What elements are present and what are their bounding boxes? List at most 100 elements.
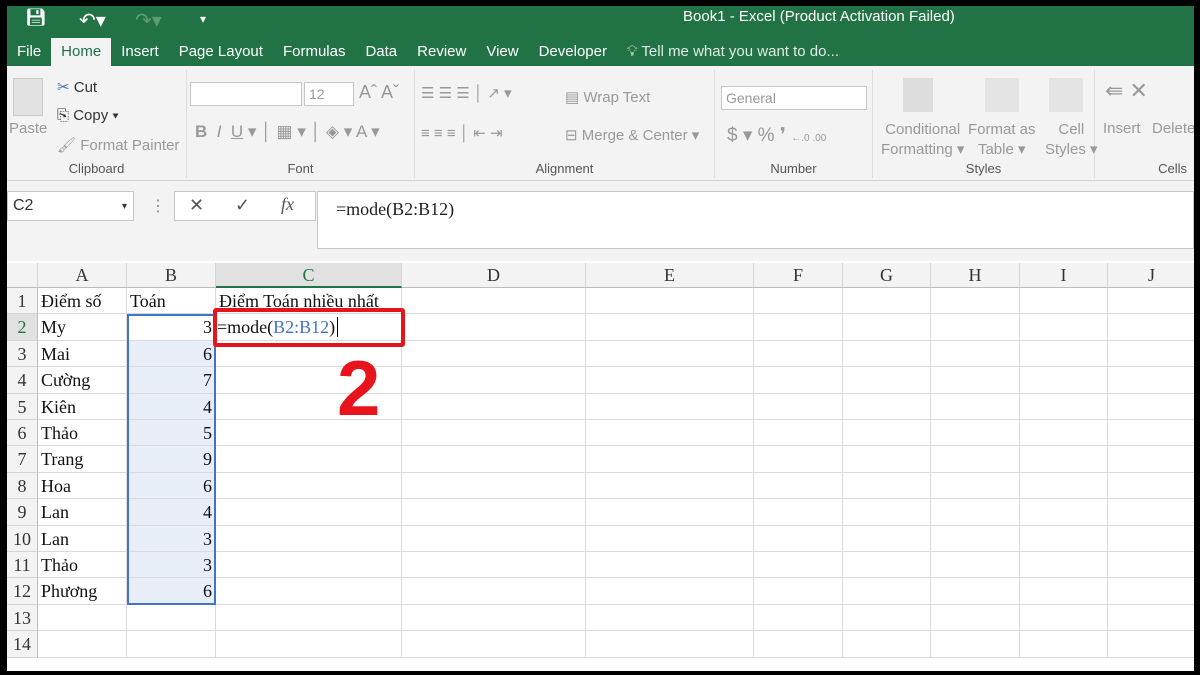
cell[interactable]	[754, 393, 843, 420]
paste-button[interactable]: Paste	[9, 120, 47, 137]
cell[interactable]	[1108, 578, 1194, 605]
number-format-buttons[interactable]: $ ▾ % ❜ ←.0 .00	[727, 124, 826, 147]
cell[interactable]	[1020, 367, 1108, 394]
font-size-dropdown[interactable]: 12	[304, 82, 354, 106]
column-header-c[interactable]: C	[216, 263, 402, 288]
name-box[interactable]: C2 ▾	[7, 191, 134, 221]
cell[interactable]	[1108, 420, 1194, 447]
cell[interactable]	[931, 631, 1020, 658]
cell[interactable]	[586, 578, 754, 605]
chevron-down-icon[interactable]: ▾	[122, 201, 127, 212]
redo-icon[interactable]: ↷▾	[135, 8, 162, 33]
cell[interactable]	[1020, 340, 1108, 368]
cell[interactable]	[1020, 393, 1108, 420]
merge-center-button[interactable]: ⊟ Merge & Center ▾	[565, 126, 699, 144]
row-header-14[interactable]: 14	[7, 631, 38, 658]
cell[interactable]	[216, 552, 402, 579]
cell[interactable]	[402, 552, 586, 579]
enter-icon[interactable]: ✓	[235, 195, 250, 216]
column-header-f[interactable]: F	[754, 263, 843, 288]
row-header-3[interactable]: 3	[7, 340, 38, 368]
cell[interactable]	[402, 446, 586, 473]
cell[interactable]	[754, 578, 843, 605]
cell[interactable]	[402, 578, 586, 605]
row-header-1[interactable]: 1	[7, 288, 38, 315]
cell[interactable]	[843, 604, 931, 632]
drag-handle-icon[interactable]: ⋮	[150, 196, 166, 216]
cell[interactable]	[754, 314, 843, 341]
cell[interactable]	[586, 499, 754, 526]
cell[interactable]	[843, 340, 931, 368]
cell[interactable]	[754, 340, 843, 368]
cell[interactable]	[1108, 552, 1194, 579]
row-header-4[interactable]: 4	[7, 367, 38, 394]
font-size-buttons[interactable]: Aˆ Aˇ	[359, 82, 399, 103]
column-header-e[interactable]: E	[586, 263, 754, 288]
cell[interactable]	[38, 604, 127, 632]
cell[interactable]	[931, 552, 1020, 579]
format-painter-button[interactable]: 🖌︎ Format Painter	[57, 136, 179, 154]
row-header-12[interactable]: 12	[7, 578, 38, 605]
cell[interactable]	[1020, 420, 1108, 447]
customize-qat-icon[interactable]: ▾	[200, 12, 206, 26]
cell[interactable]	[402, 393, 586, 420]
cell[interactable]	[843, 420, 931, 447]
cell[interactable]	[586, 393, 754, 420]
cell[interactable]	[402, 420, 586, 447]
cell[interactable]	[1020, 499, 1108, 526]
cell[interactable]	[402, 340, 586, 368]
cell[interactable]	[1108, 341, 1194, 368]
cell[interactable]: My	[38, 314, 127, 341]
column-header-b[interactable]: B	[127, 263, 216, 288]
tab-home[interactable]: Home	[51, 38, 112, 66]
tab-insert[interactable]: Insert	[111, 38, 169, 66]
paste-icon[interactable]	[13, 78, 43, 116]
save-icon[interactable]: 💾︎	[25, 8, 47, 28]
cell[interactable]	[931, 446, 1020, 473]
cell[interactable]	[1108, 394, 1194, 420]
cell[interactable]	[402, 314, 586, 341]
cell[interactable]	[931, 499, 1020, 526]
row-header-5[interactable]: 5	[7, 393, 38, 420]
cell[interactable]	[931, 604, 1020, 632]
cell[interactable]	[586, 288, 754, 315]
cell[interactable]: Phương	[38, 578, 127, 605]
cell[interactable]: Toán	[127, 288, 216, 315]
cell[interactable]	[402, 288, 586, 315]
cell[interactable]	[586, 472, 754, 500]
cell[interactable]	[931, 525, 1020, 552]
cell[interactable]: Thảo	[38, 552, 127, 579]
cell[interactable]	[402, 604, 586, 632]
cell[interactable]	[402, 472, 586, 500]
cell-styles-button[interactable]: Cell Styles ▾	[1045, 120, 1098, 160]
cell[interactable]	[127, 604, 216, 632]
row-header-8[interactable]: 8	[7, 472, 38, 500]
cell[interactable]	[1020, 552, 1108, 579]
indent-buttons[interactable]: ≡ ≡ ≡ │ ⇤ ⇥	[421, 124, 503, 142]
cell[interactable]	[1020, 604, 1108, 632]
cell[interactable]	[586, 631, 754, 658]
cell[interactable]	[754, 367, 843, 394]
column-header-d[interactable]: D	[402, 263, 586, 288]
cell[interactable]	[931, 367, 1020, 394]
cell[interactable]	[931, 288, 1020, 315]
cell[interactable]	[1108, 288, 1194, 315]
cell[interactable]	[402, 525, 586, 552]
format-as-table-button[interactable]: Format as Table ▾	[968, 120, 1036, 160]
cell[interactable]	[931, 393, 1020, 420]
cell[interactable]	[754, 525, 843, 552]
undo-icon[interactable]: ↶▾	[79, 8, 106, 33]
cut-button[interactable]: ✂ Cut	[57, 78, 97, 96]
cell[interactable]	[843, 631, 931, 658]
cell[interactable]	[216, 499, 402, 526]
cell[interactable]	[843, 578, 931, 605]
cell[interactable]	[586, 525, 754, 552]
cell[interactable]	[216, 578, 402, 605]
select-all-corner[interactable]	[7, 263, 38, 288]
row-header-9[interactable]: 9	[7, 499, 38, 526]
cell[interactable]	[216, 604, 402, 632]
cell[interactable]	[843, 446, 931, 473]
cell[interactable]	[1020, 631, 1108, 658]
cell[interactable]	[754, 631, 843, 658]
cell[interactable]	[586, 340, 754, 368]
